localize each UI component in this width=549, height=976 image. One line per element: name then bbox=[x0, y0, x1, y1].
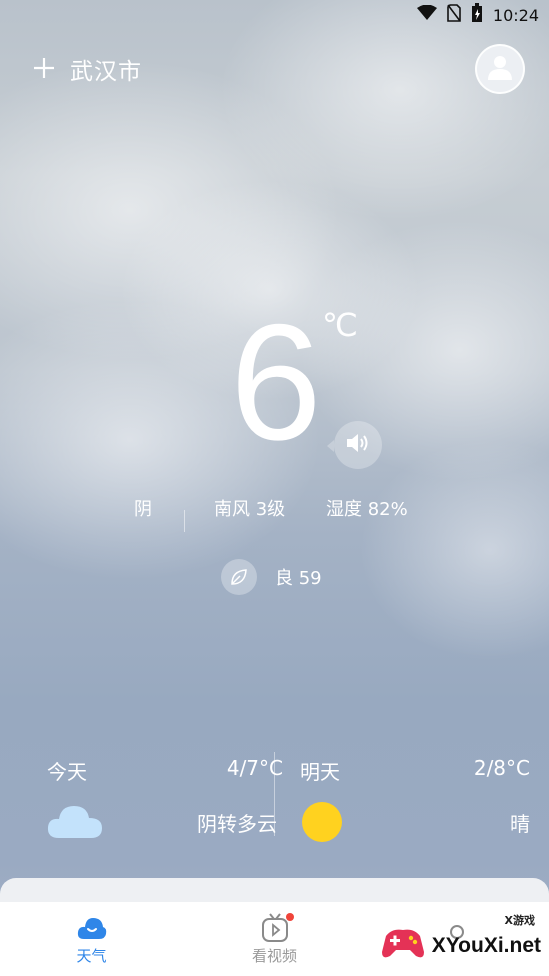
tomorrow-condition: 晴 bbox=[510, 812, 530, 836]
speaker-button[interactable] bbox=[327, 421, 382, 469]
current-temperature: 6 bbox=[230, 290, 322, 474]
video-tv-icon bbox=[260, 912, 294, 943]
humidity-info: 湿度 82% bbox=[326, 499, 408, 520]
gamepad-logo-icon bbox=[380, 926, 426, 966]
header: 武汉市 bbox=[32, 44, 525, 94]
no-sim-icon bbox=[447, 4, 461, 26]
status-time: 10:24 bbox=[492, 5, 539, 25]
leaf-icon bbox=[221, 559, 257, 595]
nav-label-video: 看视频 bbox=[251, 946, 297, 965]
nav-label-weather: 天气 bbox=[76, 946, 107, 965]
user-avatar-icon bbox=[486, 53, 514, 85]
sun-icon bbox=[300, 800, 344, 848]
aqi-value: 良 59 bbox=[275, 568, 322, 589]
forecast-tomorrow[interactable]: 明天 2/8°C 晴 bbox=[300, 752, 530, 852]
weather-cloud-icon bbox=[77, 913, 107, 943]
today-condition: 阴转多云 bbox=[197, 812, 277, 836]
user-avatar-button[interactable] bbox=[475, 44, 525, 94]
speaker-icon bbox=[345, 432, 371, 458]
divider bbox=[184, 510, 185, 532]
status-bar: 10:24 bbox=[0, 0, 549, 30]
city-name[interactable]: 武汉市 bbox=[70, 52, 142, 86]
watermark-sub: X游戏 bbox=[504, 914, 535, 927]
forecast: 今天 4/7°C 阴转多云 明天 2/8°C 晴 bbox=[0, 752, 549, 852]
city-selector[interactable]: 武汉市 bbox=[32, 52, 142, 86]
tomorrow-label: 明天 bbox=[300, 760, 340, 784]
nav-item-weather[interactable]: 天气 bbox=[0, 902, 183, 976]
air-quality[interactable]: 良 59 bbox=[221, 559, 322, 595]
tomorrow-temp-range: 2/8°C bbox=[473, 756, 530, 780]
watermark: X游戏 XYouXi.net bbox=[380, 914, 541, 966]
forecast-divider bbox=[274, 752, 275, 836]
nav-item-video[interactable]: 看视频 bbox=[183, 902, 366, 976]
weather-description: 阴 bbox=[134, 499, 152, 520]
wind-info: 南风 3级 bbox=[214, 499, 286, 520]
wifi-icon bbox=[416, 4, 437, 25]
cloud-icon bbox=[47, 800, 103, 844]
watermark-text: XYouXi.net bbox=[431, 934, 541, 957]
temperature-unit: ℃ bbox=[322, 306, 358, 344]
battery-charging-icon bbox=[471, 3, 483, 27]
forecast-today[interactable]: 今天 4/7°C 阴转多云 bbox=[47, 752, 283, 852]
plus-icon[interactable] bbox=[32, 53, 56, 85]
notification-dot bbox=[285, 912, 294, 921]
today-label: 今天 bbox=[47, 760, 87, 784]
